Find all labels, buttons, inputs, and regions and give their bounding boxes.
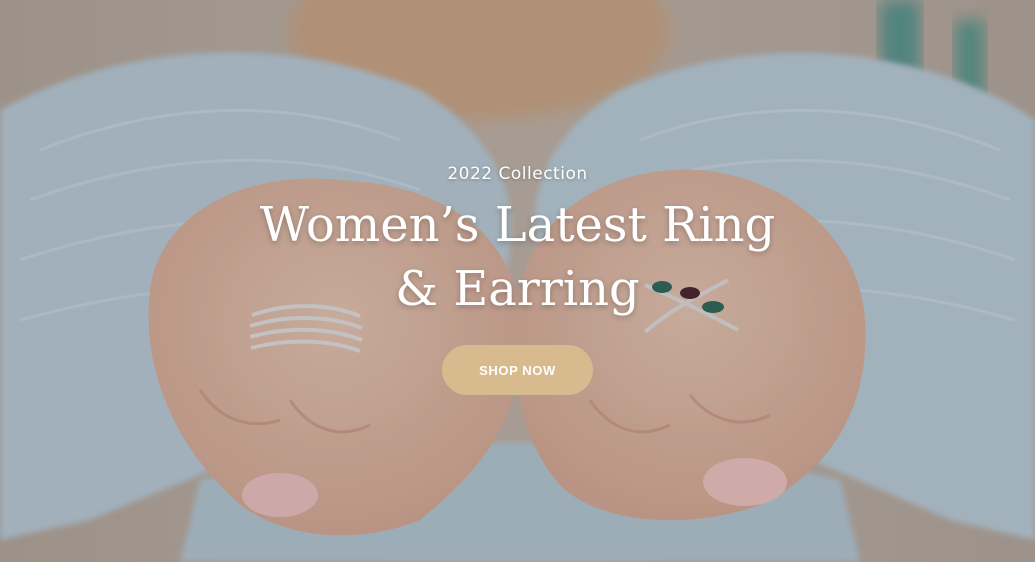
headline-line-2: & Earring bbox=[395, 261, 640, 317]
hero-banner: 2022 Collection Women’s Latest Ring & Ea… bbox=[0, 0, 1035, 562]
hero-headline: Women’s Latest Ring & Earring bbox=[0, 193, 1035, 321]
collection-label: 2022 Collection bbox=[447, 164, 588, 184]
shop-now-button[interactable]: SHOP NOW bbox=[442, 345, 593, 395]
headline-line-1: Women’s Latest Ring bbox=[259, 197, 776, 253]
hero-content: 2022 Collection Women’s Latest Ring & Ea… bbox=[0, 0, 1035, 562]
